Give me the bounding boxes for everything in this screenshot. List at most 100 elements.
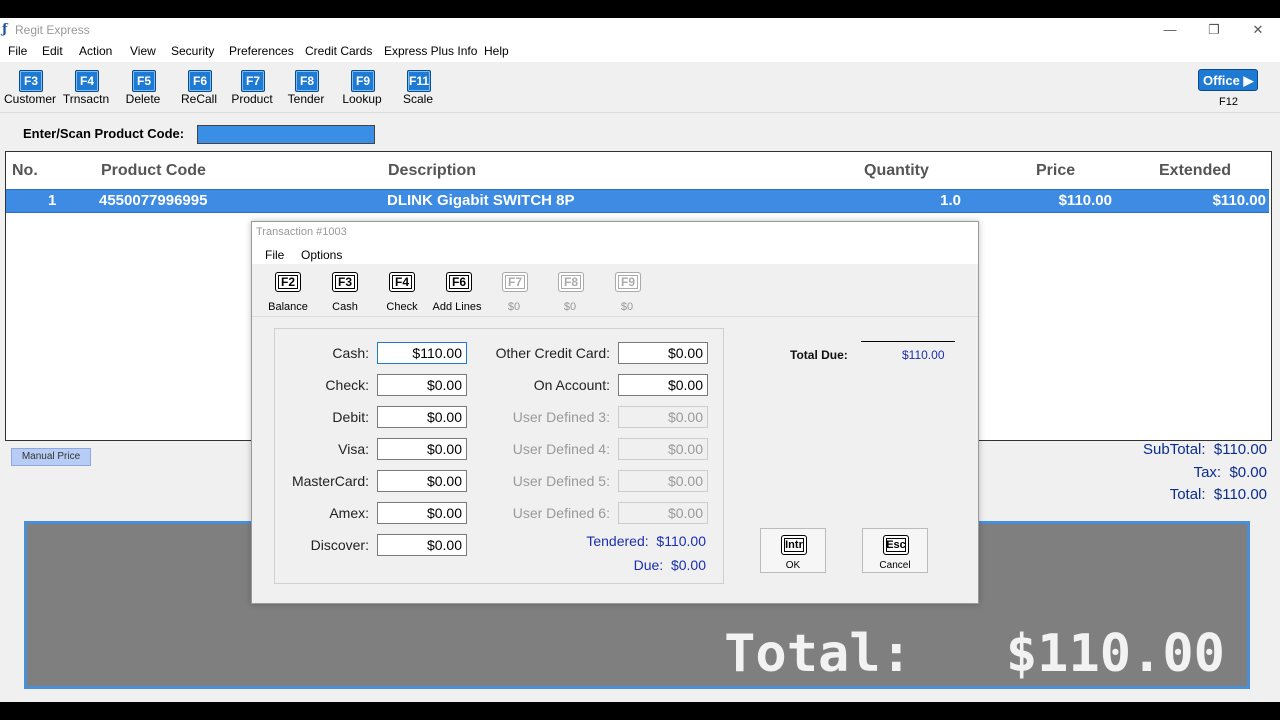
dialog-menu-bar: File Options [252, 244, 978, 264]
tendered-value: $110.00 [656, 533, 706, 549]
enter-key-icon: Intr [781, 535, 807, 555]
total-value: $110.00 [1213, 486, 1267, 503]
check-button-label[interactable]: Check [372, 301, 432, 313]
due-label: Due: [633, 557, 664, 573]
cash-key-icon[interactable]: F3 [332, 272, 358, 292]
mastercard-input[interactable]: $0.00 [377, 470, 467, 492]
customer-key-icon[interactable]: F3 [19, 70, 43, 92]
menu-file[interactable]: File [8, 44, 27, 58]
tendered-row: Tendered: $110.00 [586, 533, 706, 549]
column-header-description[interactable]: Description [388, 162, 476, 180]
lookup-key-icon[interactable]: F9 [351, 70, 375, 92]
debit-label: Debit: [332, 409, 369, 425]
minimize-icon[interactable]: — [1155, 20, 1185, 40]
dialog-title: Transaction #1003 [256, 226, 347, 238]
menu-action[interactable]: Action [79, 44, 112, 58]
dialog-toolbar: F2 Balance F3 Cash F4 Check F6 Add Lines… [252, 264, 978, 317]
menu-security[interactable]: Security [171, 44, 214, 58]
column-header-quantity[interactable]: Quantity [864, 162, 929, 180]
menu-credit-cards[interactable]: Credit Cards [305, 44, 372, 58]
column-header-product-code[interactable]: Product Code [101, 162, 206, 180]
f9-key-icon: F9 [615, 272, 641, 292]
check-key-icon[interactable]: F4 [389, 272, 415, 292]
big-total-label: Total: [724, 624, 912, 684]
visa-input[interactable]: $0.00 [377, 438, 467, 460]
subtotal-label: SubTotal: [1143, 441, 1206, 458]
scale-button-label[interactable]: Scale [388, 92, 448, 106]
debit-input[interactable]: $0.00 [377, 406, 467, 428]
dialog-title-bar: Transaction #1003 [252, 222, 978, 244]
dialog-menu-options[interactable]: Options [301, 248, 342, 262]
user-defined-5-label: User Defined 5: [512, 473, 610, 489]
menu-view[interactable]: View [130, 44, 156, 58]
column-header-price[interactable]: Price [1036, 162, 1075, 180]
ok-button[interactable]: Intr OK [760, 528, 826, 573]
tax-row: Tax: $0.00 [1194, 464, 1267, 481]
user-defined-4-input: $0.00 [618, 438, 708, 460]
esc-key-icon: Esc [883, 535, 909, 555]
big-total-value: $110.00 [1005, 624, 1225, 684]
amex-input[interactable]: $0.00 [377, 502, 467, 524]
total-due-rule [861, 341, 955, 342]
other-credit-card-label: Other Credit Card: [495, 345, 610, 361]
transaction-button-label[interactable]: Trnsactn [56, 92, 116, 106]
cash-label: Cash: [332, 345, 369, 361]
transaction-key-icon[interactable]: F4 [75, 70, 99, 92]
discover-label: Discover: [310, 537, 369, 553]
column-header-extended[interactable]: Extended [1159, 162, 1231, 180]
table-row[interactable]: 1 4550077996995 DLINK Gigabit SWITCH 8P … [6, 189, 1269, 213]
on-account-input[interactable]: $0.00 [618, 374, 708, 396]
scale-key-icon[interactable]: F11 [407, 70, 431, 92]
transaction-dialog: Transaction #1003 File Options F2 Balanc… [251, 221, 979, 604]
customer-button-label[interactable]: Customer [0, 92, 60, 106]
delete-key-icon[interactable]: F5 [132, 70, 156, 92]
cancel-button[interactable]: Esc Cancel [862, 528, 928, 573]
manual-price-button[interactable]: Manual Price [11, 448, 91, 466]
total-row: Total: $110.00 [1170, 486, 1267, 503]
cash-input[interactable]: $110.00 [377, 342, 467, 364]
row-number: 1 [48, 192, 57, 209]
subtotal-value: $110.00 [1213, 441, 1267, 458]
total-due-label: Total Due: [790, 348, 848, 362]
big-total-text: Total: $110.00 [724, 624, 1225, 684]
menu-help[interactable]: Help [484, 44, 509, 58]
product-key-icon[interactable]: F7 [241, 70, 265, 92]
mastercard-label: MasterCard: [291, 473, 369, 489]
product-button-label[interactable]: Product [222, 92, 282, 106]
amex-label: Amex: [329, 505, 369, 521]
cash-button-label[interactable]: Cash [315, 301, 375, 313]
column-header-no[interactable]: No. [12, 162, 38, 180]
user-defined-4-label: User Defined 4: [512, 441, 610, 457]
discover-input[interactable]: $0.00 [377, 534, 467, 556]
recall-button-label[interactable]: ReCall [169, 92, 229, 106]
add-lines-button-label[interactable]: Add Lines [427, 301, 487, 313]
menu-express-plus-info[interactable]: Express Plus Info [384, 44, 477, 58]
tender-button-label[interactable]: Tender [276, 92, 336, 106]
f7-key-icon: F7 [502, 272, 528, 292]
total-due-value: $110.00 [902, 348, 945, 362]
office-button[interactable]: Office ▶ [1198, 69, 1258, 91]
menu-edit[interactable]: Edit [42, 44, 63, 58]
scan-product-input[interactable] [197, 125, 375, 144]
maximize-icon[interactable]: ❐ [1199, 20, 1229, 40]
menu-preferences[interactable]: Preferences [229, 44, 294, 58]
add-lines-key-icon[interactable]: F6 [446, 272, 472, 292]
ok-button-label: OK [785, 560, 801, 571]
tax-value: $0.00 [1229, 464, 1267, 481]
user-defined-3-label: User Defined 3: [512, 409, 610, 425]
tender-key-icon[interactable]: F8 [295, 70, 319, 92]
title-bar: ƒ Regit Express — ❐ ✕ [0, 18, 1280, 42]
row-quantity: 1.0 [940, 192, 961, 209]
lookup-button-label[interactable]: Lookup [332, 92, 392, 106]
check-input[interactable]: $0.00 [377, 374, 467, 396]
subtotal-row: SubTotal: $110.00 [1143, 441, 1267, 458]
close-icon[interactable]: ✕ [1243, 20, 1273, 40]
other-credit-card-input[interactable]: $0.00 [618, 342, 708, 364]
recall-key-icon[interactable]: F6 [188, 70, 212, 92]
row-price: $110.00 [1058, 192, 1112, 209]
balance-button-label[interactable]: Balance [258, 301, 318, 313]
f8-button-label: $0 [563, 301, 577, 313]
delete-button-label[interactable]: Delete [113, 92, 173, 106]
balance-key-icon[interactable]: F2 [275, 272, 301, 292]
dialog-menu-file[interactable]: File [265, 248, 284, 262]
